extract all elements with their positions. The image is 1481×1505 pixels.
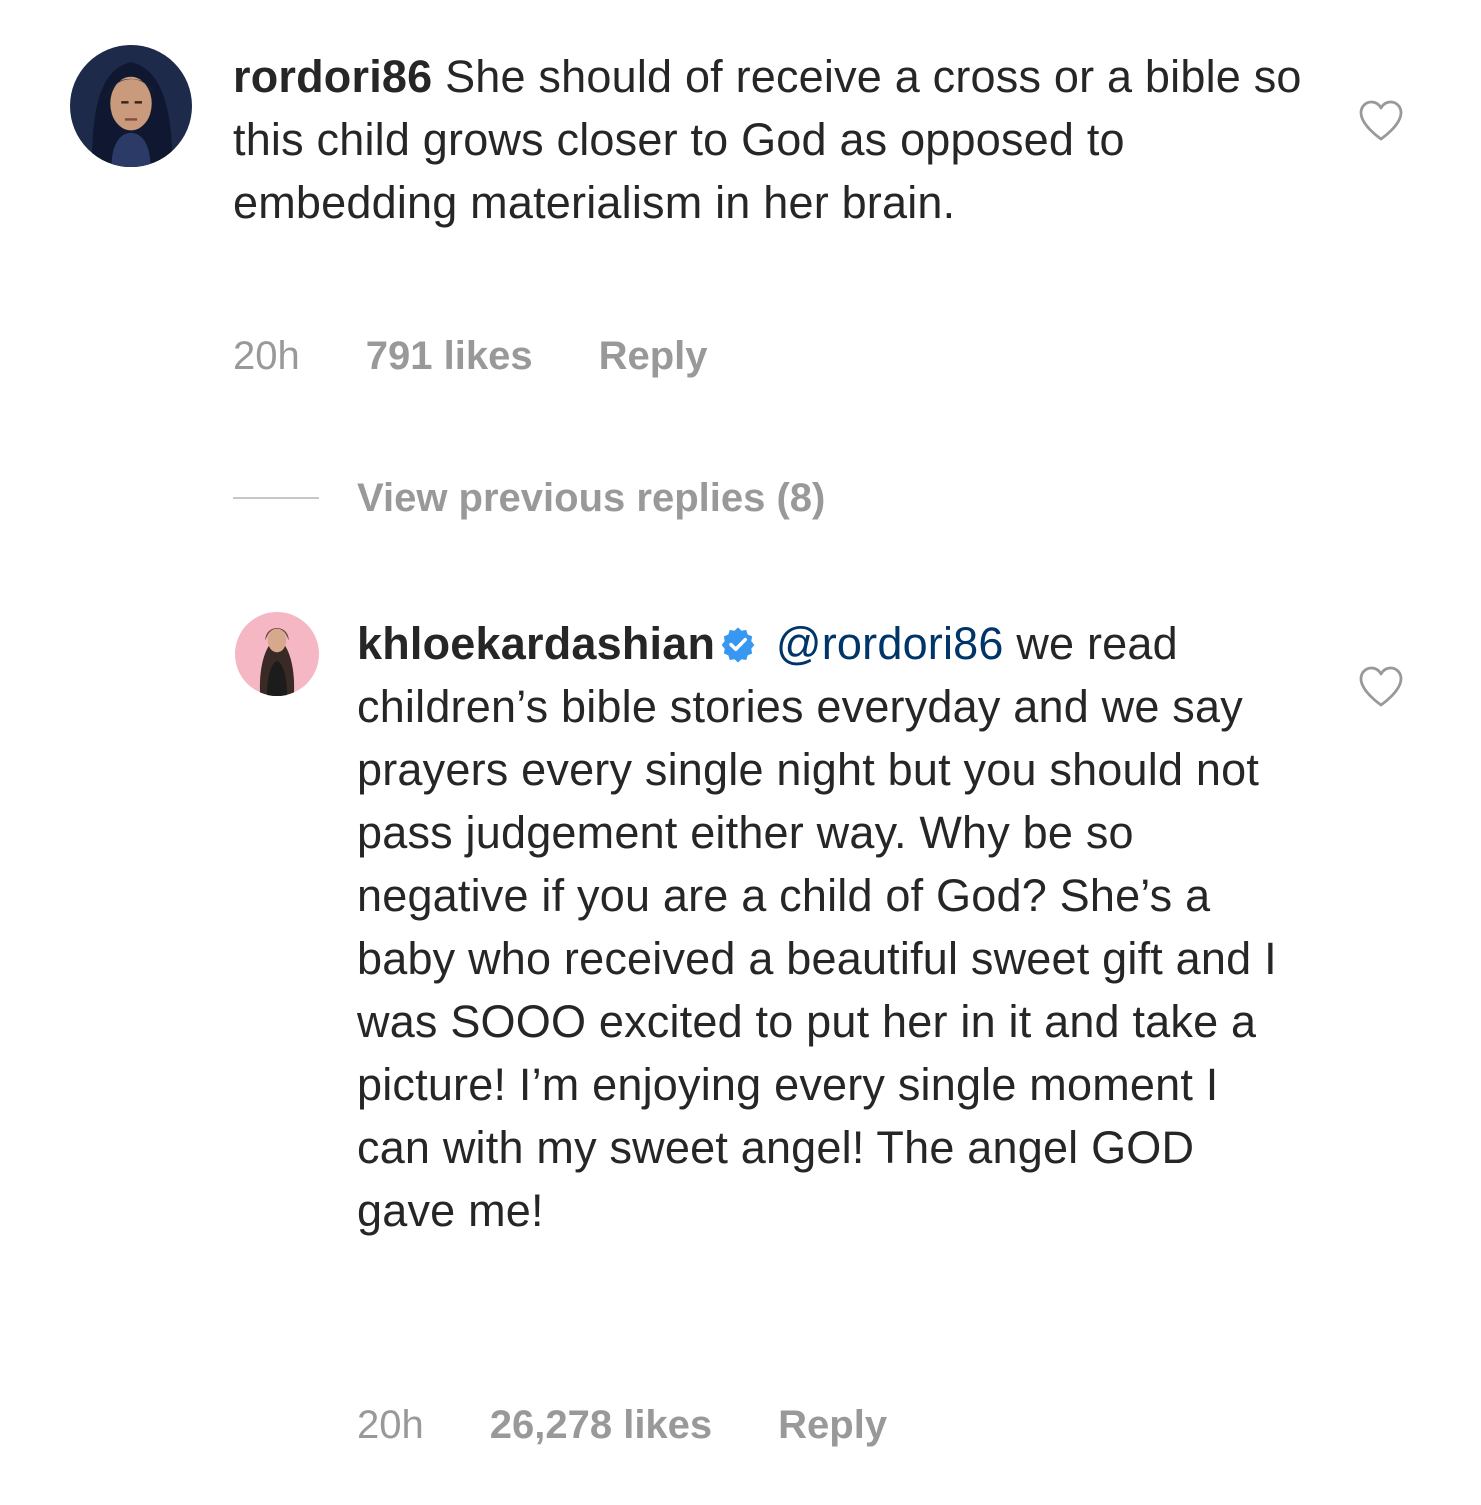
comment-time: 20h — [233, 334, 300, 378]
like-button[interactable] — [1356, 98, 1406, 142]
comment-body: khloekardashian @rordori86 we read child… — [357, 612, 1297, 1242]
comment-text: we read children’s bible stories everyda… — [357, 618, 1277, 1236]
profile-photo-icon — [70, 45, 192, 167]
mention-link[interactable]: @rordori86 — [776, 618, 1004, 669]
like-button[interactable] — [1356, 664, 1406, 708]
comment-likes[interactable]: 26,278 likes — [490, 1401, 712, 1449]
comment-likes[interactable]: 791 likes — [366, 332, 533, 380]
heart-outline-icon — [1359, 666, 1403, 707]
comment-meta: 20h 26,278 likes Reply — [357, 1401, 887, 1449]
profile-photo-icon — [235, 612, 319, 696]
comment-username[interactable]: rordori86 — [233, 51, 432, 102]
avatar-khloekardashian[interactable] — [235, 612, 319, 696]
comment-username[interactable]: khloekardashian — [357, 618, 715, 669]
reply-button[interactable]: Reply — [599, 332, 708, 380]
view-previous-replies[interactable]: View previous replies (8) — [233, 474, 825, 522]
comment-time: 20h — [357, 1403, 424, 1447]
reply-button[interactable]: Reply — [778, 1401, 887, 1449]
comment-body: rordori86 She should of receive a cross … — [233, 45, 1313, 234]
avatar-rordori86[interactable] — [70, 45, 192, 167]
replies-divider — [233, 497, 319, 499]
view-previous-replies-label[interactable]: View previous replies (8) — [357, 476, 825, 521]
heart-outline-icon — [1359, 100, 1403, 141]
verified-badge-icon — [719, 625, 757, 663]
comment-meta: 20h 791 likes Reply — [233, 332, 708, 380]
